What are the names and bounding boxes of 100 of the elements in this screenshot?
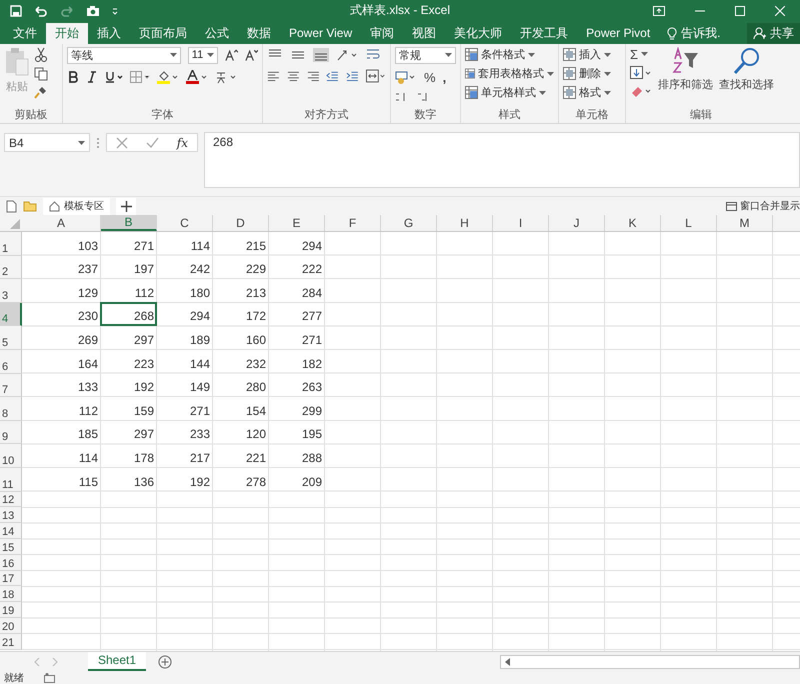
column-header[interactable]: H <box>437 215 493 232</box>
column-header[interactable]: C <box>157 215 213 232</box>
table-cell[interactable]: 154 <box>213 397 269 421</box>
document-icon[interactable] <box>6 200 17 213</box>
table-cell[interactable]: 209 <box>269 468 325 492</box>
table-cell[interactable]: 233 <box>157 420 213 444</box>
table-cell[interactable]: 195 <box>269 420 325 444</box>
find-select-button[interactable]: 查找和选择 <box>719 46 774 108</box>
undo-icon[interactable] <box>34 4 48 17</box>
font-name-field[interactable]: 等线 <box>67 46 181 64</box>
table-cell[interactable]: 232 <box>213 350 269 374</box>
row-header[interactable]: 7 <box>0 374 22 398</box>
row-header[interactable]: 3 <box>0 279 22 303</box>
table-cell[interactable]: 271 <box>269 326 325 350</box>
table-cell[interactable]: 180 <box>157 279 213 303</box>
table-cell[interactable]: 297 <box>101 420 157 444</box>
percent-button[interactable]: % <box>424 70 436 85</box>
ribbon-tab[interactable]: 开始 <box>46 22 88 44</box>
fill-down-icon[interactable] <box>630 66 652 80</box>
borders-icon[interactable] <box>130 70 150 83</box>
table-cell[interactable]: 136 <box>101 468 157 492</box>
decrease-indent-icon[interactable] <box>326 70 340 82</box>
table-cell[interactable]: 271 <box>101 232 157 256</box>
table-cell[interactable]: 223 <box>101 350 157 374</box>
row-header[interactable]: 1 <box>0 232 22 256</box>
table-cell[interactable]: 217 <box>157 444 213 468</box>
table-cell[interactable]: 192 <box>101 374 157 398</box>
row-header[interactable]: 10 <box>0 444 22 468</box>
font-size-field[interactable]: 11 <box>188 46 218 64</box>
increase-indent-icon[interactable] <box>346 70 359 82</box>
table-cell[interactable]: 197 <box>101 256 157 280</box>
table-cell[interactable]: 144 <box>157 350 213 374</box>
table-cell[interactable]: 120 <box>213 420 269 444</box>
new-tab-button[interactable] <box>116 198 136 215</box>
column-header[interactable]: M <box>717 215 773 232</box>
copy-icon[interactable] <box>34 66 48 81</box>
table-cell[interactable]: 114 <box>157 232 213 256</box>
row-header[interactable]: 21 <box>0 634 22 650</box>
table-cell[interactable]: 237 <box>22 256 101 280</box>
autosum-button[interactable]: Σ <box>630 46 638 62</box>
vertical-align-icon[interactable] <box>313 48 329 62</box>
save-icon[interactable] <box>10 4 22 17</box>
number-format-field[interactable]: 常规 <box>395 46 456 64</box>
row-header[interactable]: 4 <box>0 302 22 326</box>
table-cell[interactable]: 230 <box>22 302 101 326</box>
font-color-icon[interactable] <box>186 70 208 84</box>
column-header[interactable]: G <box>381 215 437 232</box>
scroll-left-icon[interactable] <box>505 658 511 666</box>
column-header[interactable]: D <box>213 215 269 232</box>
table-cell[interactable]: 268 <box>100 302 157 326</box>
horizontal-align-icon[interactable] <box>286 70 300 82</box>
table-cell[interactable]: 103 <box>22 232 101 256</box>
table-cell[interactable]: 133 <box>22 374 101 398</box>
row-header[interactable]: 17 <box>0 570 22 586</box>
column-header[interactable]: K <box>605 215 661 232</box>
styles-menu-button[interactable]: 套用表格格式 <box>465 66 554 82</box>
share-button[interactable]: 共享 <box>747 22 800 44</box>
table-cell[interactable]: 294 <box>269 232 325 256</box>
sheet-tab[interactable]: Sheet1 <box>88 652 146 671</box>
row-header[interactable]: 15 <box>0 539 22 555</box>
styles-menu-button[interactable]: 单元格样式 <box>465 84 554 101</box>
cells-menu-button[interactable]: 删除 <box>563 66 621 82</box>
scissors-icon[interactable] <box>34 46 48 63</box>
row-header[interactable]: 6 <box>0 350 22 374</box>
table-cell[interactable]: 278 <box>213 468 269 492</box>
orientation-icon[interactable] <box>336 48 358 62</box>
row-header[interactable]: 8 <box>0 397 22 421</box>
ribbon-tab[interactable]: 美化大师 <box>445 22 512 44</box>
template-tab[interactable]: 模板专区 <box>43 198 110 215</box>
cells-menu-button[interactable]: 插入 <box>563 46 621 63</box>
add-sheet-icon[interactable] <box>158 655 172 670</box>
table-cell[interactable]: 172 <box>213 302 269 326</box>
checkmark-icon[interactable] <box>146 136 159 149</box>
ribbon-display-icon[interactable] <box>653 6 665 16</box>
merge-cells-icon[interactable] <box>366 68 386 83</box>
ribbon-tab[interactable]: 公式 <box>196 22 238 44</box>
comma-button[interactable]: , <box>442 70 446 85</box>
row-header[interactable]: 13 <box>0 507 22 524</box>
phonetic-icon[interactable] <box>215 70 237 84</box>
row-header[interactable]: 14 <box>0 523 22 540</box>
styles-menu-button[interactable]: 条件格式 <box>465 46 554 63</box>
column-header[interactable]: E <box>269 215 325 232</box>
table-cell[interactable]: 112 <box>22 397 101 421</box>
table-cell[interactable]: 129 <box>22 279 101 303</box>
column-header[interactable]: I <box>493 215 549 232</box>
cells-menu-button[interactable]: 格式 <box>563 84 621 101</box>
column-header[interactable]: F <box>325 215 381 232</box>
ribbon-tab[interactable]: 开发工具 <box>511 22 578 44</box>
table-cell[interactable]: 192 <box>157 468 213 492</box>
insert-function-button[interactable]: fx <box>176 136 188 150</box>
formula-field[interactable]: 268 <box>204 132 800 188</box>
table-cell[interactable]: 215 <box>213 232 269 256</box>
table-cell[interactable]: 294 <box>157 302 213 326</box>
ribbon-tab[interactable]: 插入 <box>88 22 130 44</box>
format-painter-icon[interactable] <box>34 84 48 99</box>
table-cell[interactable]: 182 <box>269 350 325 374</box>
horizontal-align-icon[interactable] <box>306 70 320 82</box>
horizontal-align-icon[interactable] <box>267 70 280 82</box>
row-header[interactable]: 5 <box>0 326 22 350</box>
table-cell[interactable]: 178 <box>101 444 157 468</box>
